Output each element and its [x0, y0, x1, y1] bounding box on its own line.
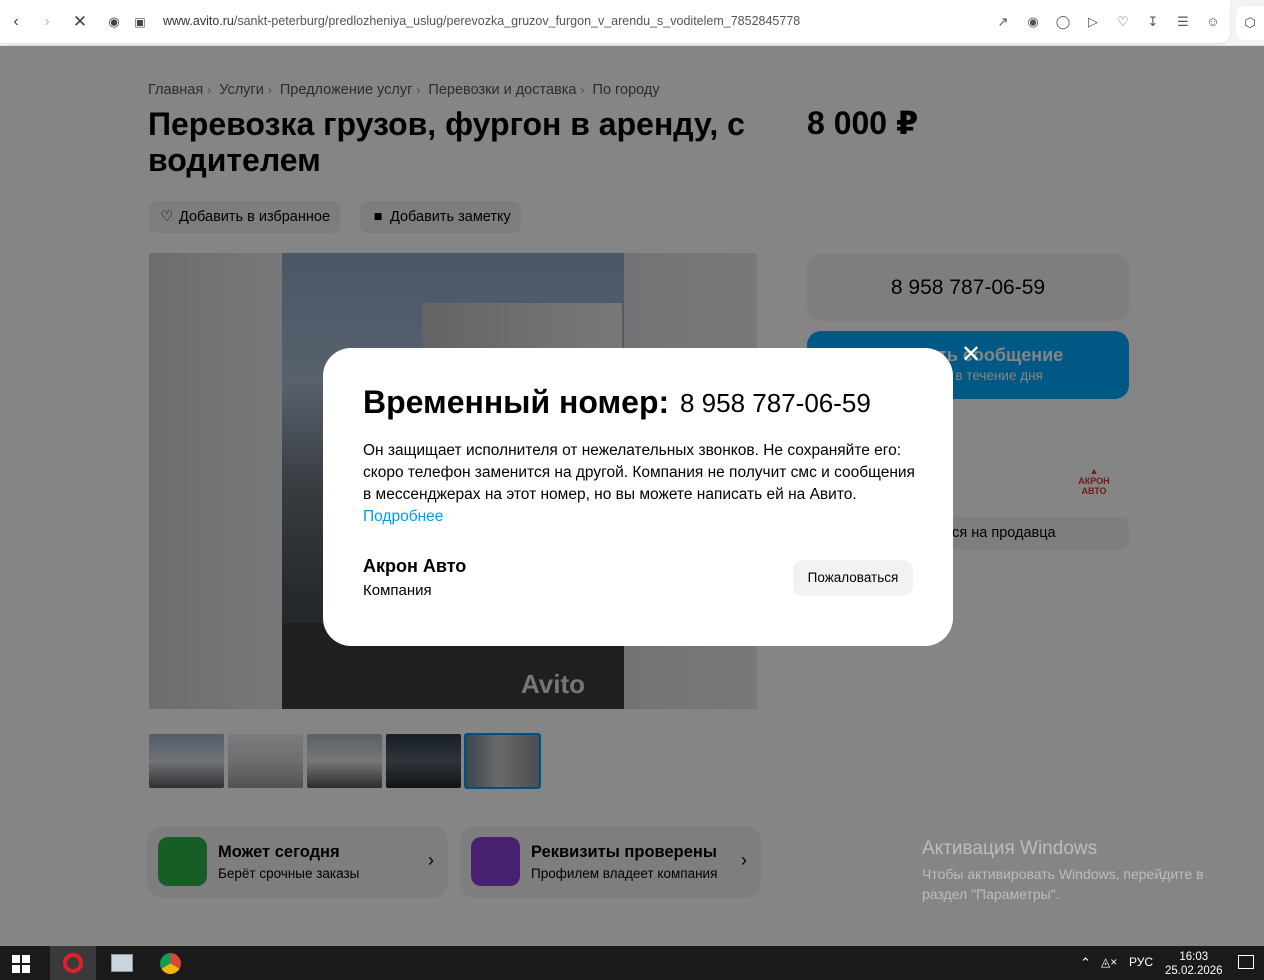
- opera-taskbar-button[interactable]: [50, 946, 96, 980]
- extension-cube-icon[interactable]: ⬡: [1236, 6, 1264, 40]
- more-link[interactable]: Подробнее: [363, 508, 443, 525]
- location-pin-icon[interactable]: ◉: [104, 12, 124, 32]
- page-content: Главная › Услуги › Предложение услуг › Пере…: [0, 46, 1264, 946]
- modal-description-text: Он защищает исполнителя от нежелательных…: [363, 442, 915, 503]
- company-name[interactable]: Акрон Авто: [363, 556, 466, 577]
- url-path: /sankt-peterburg/predlozheniya_uslug/per…: [233, 14, 801, 28]
- app-taskbar-button[interactable]: [98, 946, 144, 980]
- modal-title: Временный номер:: [363, 384, 670, 420]
- modal-phone[interactable]: 8 958 787-06-59: [680, 388, 871, 419]
- menu-icon[interactable]: ☰: [1174, 13, 1192, 31]
- chrome-icon: [160, 953, 181, 974]
- send-icon[interactable]: ▷: [1084, 13, 1102, 31]
- tray-expand-icon[interactable]: ⌃: [1080, 955, 1091, 971]
- windows-start-icon[interactable]: [12, 955, 30, 973]
- activation-title: Активация Windows: [922, 838, 1098, 859]
- url-text[interactable]: www.avito.ru/sankt-peterburg/predlozheni…: [163, 14, 800, 28]
- notifications-icon[interactable]: [1238, 955, 1254, 969]
- camera-icon[interactable]: ◉: [1024, 13, 1042, 31]
- browser-toolbar: ‹ › ✕ ◉ ▣ www.avito.ru/sankt-peterburg/p…: [0, 0, 1264, 46]
- chrome-taskbar-button[interactable]: [148, 946, 194, 980]
- modal-description: Он защищает исполнителя от нежелательных…: [363, 440, 923, 528]
- shield-icon[interactable]: ◯: [1054, 13, 1072, 31]
- windows-activation-watermark: Активация Windows Чтобы активировать Win…: [922, 838, 1242, 904]
- report-button[interactable]: Пожаловаться: [793, 560, 913, 596]
- app-icon: [111, 954, 133, 972]
- volume-muted-icon[interactable]: ◬×: [1101, 955, 1117, 969]
- stop-loading-icon[interactable]: ✕: [70, 12, 90, 32]
- temporary-number-modal: Временный номер: 8 958 787-06-59 Он защи…: [323, 348, 953, 646]
- windows-taskbar: ⌃ ◬× РУС 16:03 25.02.2026: [0, 946, 1264, 980]
- address-bar[interactable]: ‹ › ✕ ◉ ▣ www.avito.ru/sankt-peterburg/p…: [0, 0, 1230, 43]
- share-icon[interactable]: ↗: [994, 13, 1012, 31]
- opera-icon: [63, 953, 83, 973]
- clock-time: 16:03: [1179, 951, 1209, 963]
- back-icon[interactable]: ‹: [6, 12, 26, 32]
- activation-text: Чтобы активировать Windows, перейдите в …: [922, 866, 1204, 902]
- clock-date: 25.02.2026: [1165, 965, 1223, 977]
- forward-icon[interactable]: ›: [37, 12, 57, 32]
- profile-icon[interactable]: ☺: [1204, 13, 1222, 31]
- lock-icon[interactable]: ▣: [130, 12, 150, 32]
- company-type: Компания: [363, 582, 432, 599]
- close-icon[interactable]: ✕: [960, 343, 982, 367]
- heart-icon[interactable]: ♡: [1114, 13, 1132, 31]
- url-domain: www.avito.ru: [163, 14, 234, 28]
- input-language[interactable]: РУС: [1129, 955, 1153, 969]
- download-icon[interactable]: ↧: [1144, 13, 1162, 31]
- system-clock[interactable]: 16:03 25.02.2026: [1165, 950, 1223, 978]
